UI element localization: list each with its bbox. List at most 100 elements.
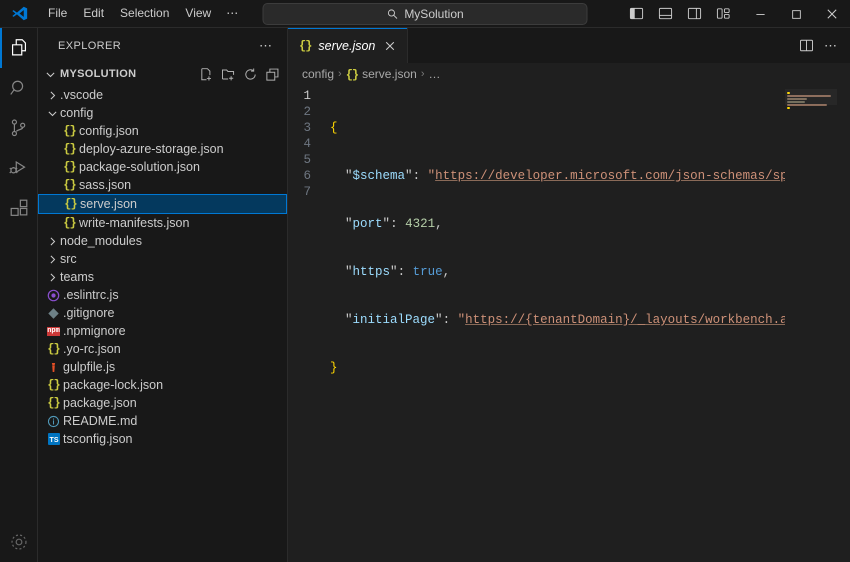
tree-item-deploy-azure-storage-json[interactable]: {} deploy-azure-storage.json [38,140,287,158]
tree-item-package-json[interactable]: {} package.json [38,394,287,412]
tree-item-npmignore[interactable]: npm .npmignore [38,322,287,340]
breadcrumb-item[interactable]: … [428,67,440,81]
new-file-button[interactable] [198,66,215,83]
new-folder-button[interactable] [220,66,237,83]
line-number: 6 [303,169,311,183]
json-file-icon: {} [63,142,76,156]
json-file-icon: {} [63,178,76,192]
tree-item-teams[interactable]: teams [38,268,287,286]
json-file-icon: {} [47,396,60,410]
close-button[interactable] [814,0,850,28]
editor-scrollbar[interactable] [837,85,850,562]
tree-item-node-modules[interactable]: node_modules [38,232,287,250]
tree-item-serve-json[interactable]: {} serve.json [38,194,287,214]
line-numbers: 1 2 3 4 5 6 7 [288,85,330,562]
activity-search[interactable] [0,68,38,108]
line-number: 7 [303,185,311,199]
code-line-6: } [330,361,338,375]
breadcrumb-label: config [302,67,335,81]
code-content[interactable]: { "$schema": "https://developer.microsof… [330,85,850,562]
menu-bar: File Edit Selection View ⋯ [40,3,246,24]
tree-item-package-lock-json[interactable]: {} package-lock.json [38,376,287,394]
breadcrumb-separator-icon: › [338,68,342,80]
activity-run-debug[interactable] [0,148,38,188]
activity-manage-settings[interactable] [0,522,38,562]
explorer-views-more-button[interactable]: ⋯ [253,36,279,56]
minimize-button[interactable] [742,0,778,28]
json-file-icon: {} [63,160,76,174]
breadcrumb-item[interactable]: config [302,67,334,81]
menu-more[interactable]: ⋯ [219,3,246,24]
json-file-icon: {} [47,342,60,356]
explorer-sidebar: EXPLORER ⋯ MYSOLUTION .vscode config {} … [38,28,288,562]
activity-source-control[interactable] [0,108,38,148]
workbench: EXPLORER ⋯ MYSOLUTION .vscode config {} … [0,28,850,562]
explorer-root-actions [198,66,281,83]
menu-edit[interactable]: Edit [75,3,112,24]
collapse-all-button[interactable] [264,66,281,83]
tree-item-label: src [60,252,77,266]
tree-item-label: .gitignore [63,306,115,320]
activity-explorer[interactable] [0,28,38,68]
breadcrumb-separator-icon: › [420,68,425,80]
close-icon[interactable] [382,38,398,54]
customize-layout-button[interactable] [710,3,736,25]
chevron-right-icon[interactable] [44,253,60,266]
breadcrumb-item[interactable]: {} serve.json [346,67,417,82]
tab-serve-json[interactable]: {} serve.json [288,28,409,63]
editor-more-actions-button[interactable]: ⋯ [819,34,843,58]
tree-item-label: .npmignore [63,324,126,338]
toggle-panel-button[interactable] [652,3,678,25]
chevron-right-icon[interactable] [44,235,60,248]
maximize-button[interactable] [778,0,814,28]
toggle-primary-sidebar-button[interactable] [623,3,649,25]
tree-item-eslintrc-js[interactable]: .eslintrc.js [38,286,287,304]
menu-selection[interactable]: Selection [112,3,177,24]
tree-item-sass-json[interactable]: {} sass.json [38,176,287,194]
json-file-icon: {} [299,38,312,53]
title-bar: File Edit Selection View ⋯ MySolution [0,0,850,28]
split-editor-right-button[interactable] [794,34,818,58]
activity-bar [0,28,38,562]
tree-item-label: README.md [63,414,138,428]
search-input[interactable]: MySolution [262,2,588,25]
code-line-4: "https": true, [345,265,451,279]
menu-file[interactable]: File [40,3,75,24]
tree-item-label: gulpfile.js [63,360,116,374]
file-tree: .vscode config{} config.json{} deploy-azure… [38,85,287,562]
tree-item-src[interactable]: src [38,250,287,268]
markdown-file-icon [44,415,63,428]
tree-item-write-manifests-json[interactable]: {} write-manifests.json [38,214,287,232]
chevron-right-icon[interactable] [44,271,60,284]
chevron-right-icon[interactable] [44,89,60,102]
activity-extensions[interactable] [0,188,38,228]
tree-item-config[interactable]: config [38,104,287,122]
tree-item-label: package.json [63,396,137,410]
chevron-down-icon[interactable] [44,107,60,120]
explorer-header: EXPLORER ⋯ [38,28,287,63]
json-file-icon: {} [345,67,359,82]
line-number: 2 [303,105,311,119]
minimap-slider[interactable] [785,89,837,105]
tree-item-package-solution-json[interactable]: {} package-solution.json [38,158,287,176]
tree-item-yo-rc-json[interactable]: {} .yo-rc.json [38,340,287,358]
tree-item-readme-md[interactable]: README.md [38,412,287,430]
tree-item-gulpfile-js[interactable]: gulpfile.js [38,358,287,376]
tree-item-label: serve.json [80,197,137,211]
tree-item-label: write-manifests.json [79,216,190,230]
toggle-secondary-sidebar-button[interactable] [681,3,707,25]
source-control-icon [11,119,25,137]
explorer-root-folder[interactable]: MYSOLUTION [38,63,287,85]
tree-item-label: package-solution.json [79,160,200,174]
tree-item-vscode[interactable]: .vscode [38,86,287,104]
tree-item-gitignore[interactable]: .gitignore [38,304,287,322]
minimap[interactable] [785,85,837,562]
search-icon [387,8,398,19]
json-file-icon: {} [63,124,76,138]
menu-view[interactable]: View [177,3,219,24]
code-editor[interactable]: 1 2 3 4 5 6 7 { "$schema": "https://developer.… [288,85,850,562]
refresh-explorer-button[interactable] [242,66,259,83]
editor-actions: ⋯ [794,28,850,63]
tree-item-config-json[interactable]: {} config.json [38,122,287,140]
tree-item-tsconfig-json[interactable]: TS tsconfig.json [38,430,287,448]
